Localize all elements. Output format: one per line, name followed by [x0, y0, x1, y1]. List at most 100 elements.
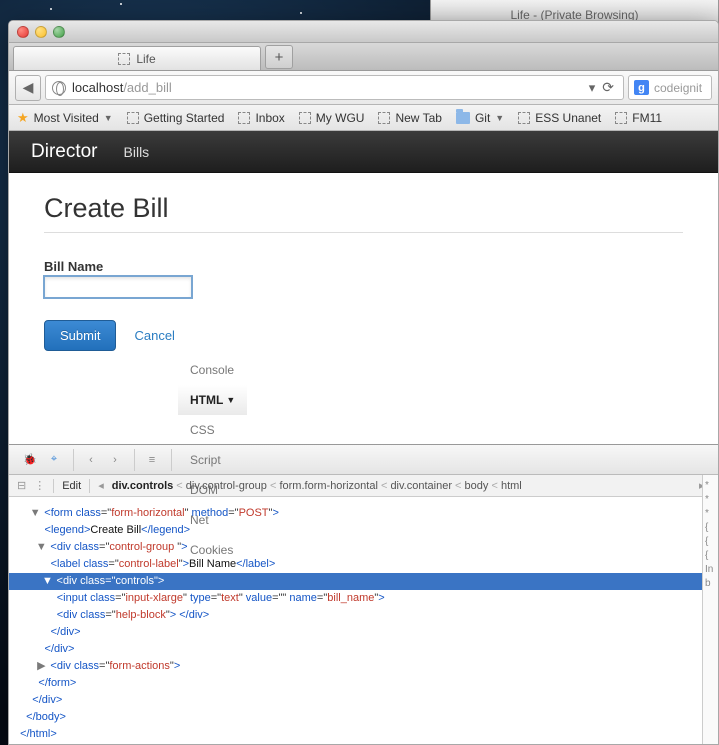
window-close-button[interactable] [17, 26, 29, 38]
devtools-tab-console[interactable]: Console [178, 355, 247, 385]
source-line[interactable]: ▼ <div class="controls"> [9, 573, 718, 590]
page-icon [238, 112, 250, 124]
expand-toggle-icon[interactable]: ▼ [35, 539, 47, 556]
page-icon [299, 112, 311, 124]
bookmark-item[interactable]: Getting Started [127, 111, 225, 125]
window-titlebar[interactable] [9, 21, 718, 43]
source-line[interactable]: <div class="help-block"> </div> [9, 607, 718, 624]
nav-next-icon[interactable]: › [104, 449, 126, 471]
devtools-tab-css[interactable]: CSS [178, 415, 247, 445]
google-engine-icon: g [634, 80, 649, 95]
edit-button[interactable]: Edit [62, 480, 81, 492]
url-path: /add_bill [123, 80, 171, 95]
reload-button[interactable]: ⟳ [602, 79, 614, 96]
expand-toggle-icon[interactable]: ▶ [35, 658, 47, 675]
lines-icon[interactable]: ≡ [141, 449, 163, 471]
breadcrumb-item[interactable]: html [501, 480, 522, 492]
app-brand[interactable]: Director [31, 141, 98, 163]
bill-name-label: Bill Name [44, 259, 683, 274]
breadcrumb-item[interactable]: div.control-group [186, 480, 267, 492]
breadcrumb-item[interactable]: form.form-horizontal [279, 480, 377, 492]
devtools-breadcrumb: ⊟ ⋮ Edit ◂ div.controls < div.control-gr… [9, 475, 718, 497]
back-button[interactable]: ◀ [15, 75, 41, 101]
bookmark-label: ESS Unanet [535, 111, 601, 125]
search-field[interactable]: g codeignit [628, 75, 712, 100]
bookmarks-bar: ★ Most Visited ▼ Getting Started Inbox My WGU… [9, 105, 718, 131]
submit-button[interactable]: Submit [44, 320, 116, 351]
source-line[interactable]: ▶ <div class="form-actions"> [9, 658, 718, 675]
devtools-tab-script[interactable]: Script [178, 445, 247, 475]
bookmark-label: Most Visited [34, 111, 99, 125]
tab-label: Life [136, 52, 155, 66]
nav-prev-icon[interactable]: ‹ [80, 449, 102, 471]
source-line[interactable]: <label class="control-label">Bill Name</… [9, 556, 718, 573]
folder-icon [456, 112, 470, 124]
source-line[interactable]: </div> [9, 624, 718, 641]
cancel-link[interactable]: Cancel [134, 328, 174, 343]
bookmark-item[interactable]: New Tab [378, 111, 441, 125]
browser-window: Life + ◀ localhost/add_bill ▾ ⟳ g codeig… [8, 20, 719, 745]
bookmark-item[interactable]: Inbox [238, 111, 284, 125]
favicon-placeholder-icon [118, 53, 130, 65]
inspect-icon[interactable]: ⌖ [43, 449, 65, 471]
chevron-down-icon: ▼ [226, 395, 235, 405]
firebug-icon[interactable]: 🐞 [19, 449, 41, 471]
source-line[interactable]: </div> [9, 692, 718, 709]
breadcrumb-separator: < [488, 480, 501, 492]
source-line[interactable]: <legend>Create Bill</legend> [9, 522, 718, 539]
globe-icon [52, 81, 66, 95]
chevron-down-icon: ▼ [495, 113, 504, 123]
bookmark-label: Inbox [255, 111, 284, 125]
browser-tab[interactable]: Life [13, 46, 261, 70]
app-navbar: Director Bills [9, 131, 718, 173]
devtools-tabs: 🐞 ⌖ ‹ › ≡ ConsoleHTML▼CSSScriptDOMNetCoo… [9, 445, 718, 475]
window-minimize-button[interactable] [35, 26, 47, 38]
breadcrumb-separator: < [378, 480, 391, 492]
bill-form: Bill Name Submit Cancel [44, 259, 683, 351]
page-icon [615, 112, 627, 124]
expand-toggle-icon[interactable]: ▼ [41, 573, 53, 590]
expand-toggle-icon[interactable]: ▼ [29, 505, 41, 522]
source-line[interactable]: ▼ <div class="control-group "> [9, 539, 718, 556]
bill-name-input[interactable] [44, 276, 192, 298]
bookmark-item[interactable]: Git ▼ [456, 111, 504, 125]
search-placeholder: codeignit [654, 81, 702, 95]
bookmark-item[interactable]: ESS Unanet [518, 111, 601, 125]
bookmark-item[interactable]: FM11 [615, 111, 662, 125]
url-dropdown-icon[interactable]: ▾ [589, 80, 596, 96]
bookmark-label: Git [475, 111, 490, 125]
breadcrumb-item[interactable]: body [465, 480, 489, 492]
breadcrumb-separator: < [173, 480, 186, 492]
source-line[interactable]: <input class="input-xlarge" type="text" … [9, 590, 718, 607]
breadcrumb-item[interactable]: div.controls [112, 480, 174, 492]
devtools-tab-html[interactable]: HTML▼ [178, 385, 247, 415]
devtools-sidebar: ***{ { { Inb [702, 475, 718, 744]
url-domain: localhost [72, 80, 123, 95]
page-content: Create Bill Bill Name Submit Cancel [9, 173, 718, 371]
source-line[interactable]: </form> [9, 675, 718, 692]
page-icon [127, 112, 139, 124]
source-line[interactable]: ▼ <form class="form-horizontal" method="… [9, 505, 718, 522]
bookmark-item[interactable]: ★ Most Visited ▼ [17, 110, 113, 126]
source-line[interactable]: </body> [9, 709, 718, 726]
window-zoom-button[interactable] [53, 26, 65, 38]
star-icon: ★ [17, 110, 29, 126]
devtools-panel: 🐞 ⌖ ‹ › ≡ ConsoleHTML▼CSSScriptDOMNetCoo… [9, 444, 718, 744]
source-line[interactable]: </div> [9, 641, 718, 658]
breadcrumb-item[interactable]: div.container [390, 480, 452, 492]
options-icon[interactable]: ⋮ [34, 479, 45, 492]
page-icon [378, 112, 390, 124]
url-field[interactable]: localhost/add_bill ▾ ⟳ [45, 75, 624, 100]
html-source-tree[interactable]: ▼ <form class="form-horizontal" method="… [9, 497, 718, 744]
bookmark-item[interactable]: My WGU [299, 111, 365, 125]
plus-icon: + [275, 49, 284, 66]
nav-link-bills[interactable]: Bills [124, 144, 150, 160]
contract-icon[interactable]: ⊟ [17, 479, 26, 492]
chevron-down-icon: ▼ [104, 113, 113, 123]
source-line[interactable]: </html> [9, 726, 718, 743]
new-tab-button[interactable]: + [265, 45, 293, 69]
page-title: Create Bill [44, 193, 683, 233]
page-icon [518, 112, 530, 124]
breadcrumb-separator: < [267, 480, 280, 492]
crumb-prev-icon[interactable]: ◂ [98, 479, 104, 492]
